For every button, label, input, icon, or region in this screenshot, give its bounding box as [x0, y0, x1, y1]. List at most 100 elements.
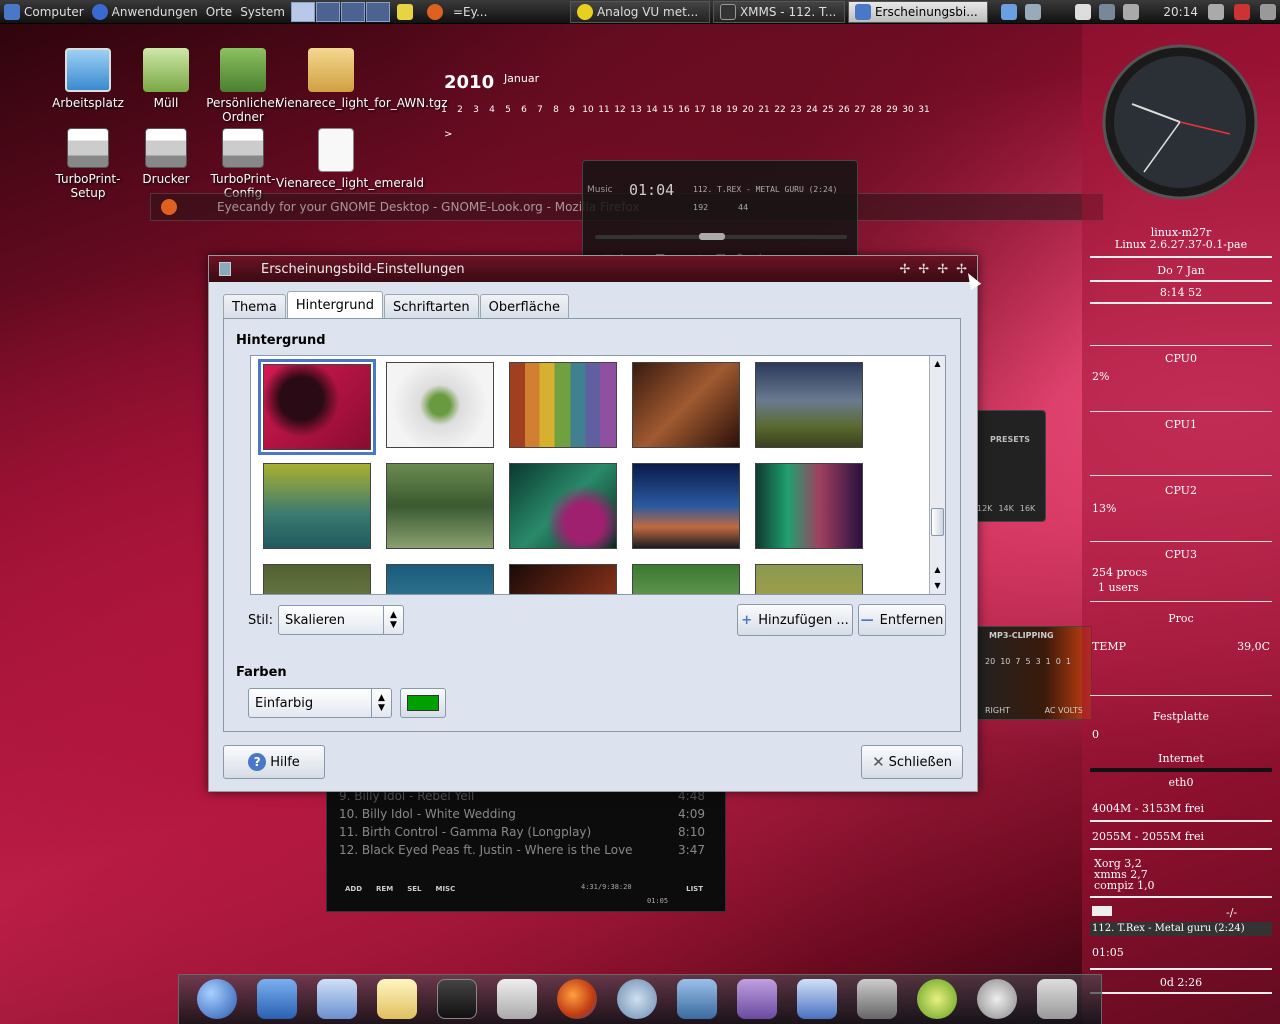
keyboard-tray-icon[interactable]: [1099, 3, 1116, 20]
calendar-day[interactable]: 16: [676, 105, 692, 115]
calendar-day[interactable]: 22: [772, 105, 788, 115]
scroll-up-icon[interactable]: ▲: [930, 356, 945, 372]
scroll-thumb[interactable]: [931, 508, 944, 536]
playlist-select-button[interactable]: SEL: [407, 885, 421, 893]
notes-icon[interactable]: [377, 979, 417, 1019]
playlist-misc-button[interactable]: MISC: [435, 885, 455, 893]
places-menu[interactable]: Orte: [202, 0, 236, 24]
office-icon[interactable]: [737, 979, 777, 1019]
remove-wallpaper-button[interactable]: — Entfernen: [858, 604, 946, 636]
wallpaper-thumb[interactable]: [632, 463, 740, 549]
wallpaper-thumb[interactable]: [386, 362, 494, 448]
scroll-down-icon[interactable]: ▼: [930, 578, 945, 594]
calendar-day[interactable]: 13: [628, 105, 644, 115]
calendar-day[interactable]: 17: [692, 105, 708, 115]
terminal-icon[interactable]: [437, 979, 477, 1019]
dialog-titlebar[interactable]: Erscheinungsbild-Einstellungen ✢ ✢ ✢ ✢: [209, 256, 977, 282]
calendar-day[interactable]: 6: [516, 105, 532, 115]
desktop-icon-turboprint-config[interactable]: TurboPrint-Config: [198, 128, 288, 200]
calendar-day[interactable]: 3: [468, 105, 484, 115]
calendar-day[interactable]: 23: [788, 105, 804, 115]
calendar-day[interactable]: 28: [868, 105, 884, 115]
wallpaper-thumb[interactable]: [509, 564, 617, 594]
playlist-row[interactable]: 10. Billy Idol - White Wedding 4:09: [327, 805, 725, 823]
mail-icon[interactable]: [317, 979, 357, 1019]
wallpaper-thumb[interactable]: [263, 564, 371, 594]
playlist-add-button[interactable]: ADD: [345, 885, 362, 893]
desktop-icon-document[interactable]: Vienarece_light_emerald: [276, 128, 424, 190]
task-xmms[interactable]: XMMS - 112. T...: [712, 0, 845, 23]
workspace-1[interactable]: [290, 1, 315, 22]
playlist-remove-button[interactable]: REM: [376, 885, 393, 893]
wallpaper-thumb-selected[interactable]: [258, 359, 376, 455]
desktop-icon-computer[interactable]: Arbeitsplatz: [43, 48, 133, 110]
desktop-icon-home[interactable]: Persönlicher Ordner: [198, 48, 288, 124]
settings-icon[interactable]: [497, 979, 537, 1019]
notepad-tray-icon[interactable]: [1075, 3, 1092, 20]
workspace-3[interactable]: [340, 1, 365, 22]
calendar-day[interactable]: 7: [532, 105, 548, 115]
calendar-day[interactable]: 26: [836, 105, 852, 115]
presets-button[interactable]: PRESETS: [975, 435, 1045, 444]
playlist-row[interactable]: 11. Birth Control - Gamma Ray (Longplay)…: [327, 823, 725, 841]
workspace-2[interactable]: [315, 1, 340, 22]
volume-icon[interactable]: [1123, 3, 1140, 20]
calendar-day[interactable]: 9: [564, 105, 580, 115]
color-mode-select[interactable]: Einfarbig ▲ ▼: [248, 688, 392, 718]
wallpaper-thumb[interactable]: [755, 362, 863, 448]
calendar-day[interactable]: 18: [708, 105, 724, 115]
wallpaper-thumb[interactable]: [509, 362, 617, 448]
calendar-next[interactable]: >: [444, 129, 932, 140]
calendar-day[interactable]: 1: [436, 105, 452, 115]
calendar-day[interactable]: 24: [804, 105, 820, 115]
gimp-icon[interactable]: [857, 979, 897, 1019]
minimize-icon[interactable]: ✢: [899, 262, 910, 277]
user-switch-icon[interactable]: [1234, 3, 1250, 20]
workspace-switcher[interactable]: [289, 0, 393, 24]
applications-menu[interactable]: Anwendungen: [88, 0, 202, 24]
calendar-day[interactable]: 30: [900, 105, 916, 115]
shade-icon[interactable]: ✢: [937, 262, 948, 277]
playlist-row[interactable]: 12. Black Eyed Peas ft. Justin - Where i…: [327, 841, 725, 859]
media-icon[interactable]: [977, 979, 1017, 1019]
desktop-icon-archive[interactable]: Vienarece_light_for_AWN.tgz: [276, 48, 448, 110]
computer-menu[interactable]: Computer: [0, 0, 88, 24]
screenshot-tray-icon[interactable]: [1208, 3, 1224, 20]
seek-bar[interactable]: [595, 233, 847, 240]
calendar-day[interactable]: 29: [884, 105, 900, 115]
tab-background[interactable]: Hintergrund: [286, 291, 383, 319]
lime-icon[interactable]: [917, 979, 957, 1019]
close-button[interactable]: ✕ Schließen: [861, 745, 963, 779]
firefox-launcher-icon[interactable]: [426, 3, 443, 20]
task-appearance[interactable]: Erscheinungsbi...: [847, 0, 988, 23]
calendar-day[interactable]: 14: [644, 105, 660, 115]
calendar-day[interactable]: 15: [660, 105, 676, 115]
calendar-day[interactable]: 31: [916, 105, 932, 115]
maximize-icon[interactable]: ✢: [918, 262, 929, 277]
wallpaper-thumb[interactable]: [632, 362, 740, 448]
wallpaper-thumb[interactable]: [509, 463, 617, 549]
clock[interactable]: 20:14: [1159, 0, 1202, 24]
scroll-up-icon-lower[interactable]: ▲: [930, 562, 945, 578]
tab-interface[interactable]: Oberfläche: [479, 294, 570, 319]
home-icon[interactable]: [257, 979, 297, 1019]
wallpaper-thumb[interactable]: [755, 564, 863, 594]
firefox-icon[interactable]: [557, 979, 597, 1019]
tab-theme[interactable]: Thema: [223, 294, 286, 319]
update-tray-icon[interactable]: [1260, 3, 1276, 20]
task-firefox[interactable]: =Ey...: [447, 1, 567, 23]
calendar-day[interactable]: 21: [756, 105, 772, 115]
network-icon[interactable]: [677, 979, 717, 1019]
desktop-icon-turboprint-setup[interactable]: TurboPrint-Setup: [43, 128, 133, 200]
writer-icon[interactable]: [797, 979, 837, 1019]
calendar-day[interactable]: 27: [852, 105, 868, 115]
calendar-day[interactable]: 8: [548, 105, 564, 115]
color-picker-button[interactable]: [400, 688, 446, 718]
calendar-day[interactable]: 5: [500, 105, 516, 115]
music-icon[interactable]: [617, 979, 657, 1019]
wallpaper-thumb[interactable]: [263, 463, 371, 549]
monitor-tray-icon[interactable]: [1024, 3, 1041, 20]
calendar-day[interactable]: 12: [612, 105, 628, 115]
calendar-day[interactable]: 4: [484, 105, 500, 115]
wallpaper-thumb[interactable]: [386, 463, 494, 549]
